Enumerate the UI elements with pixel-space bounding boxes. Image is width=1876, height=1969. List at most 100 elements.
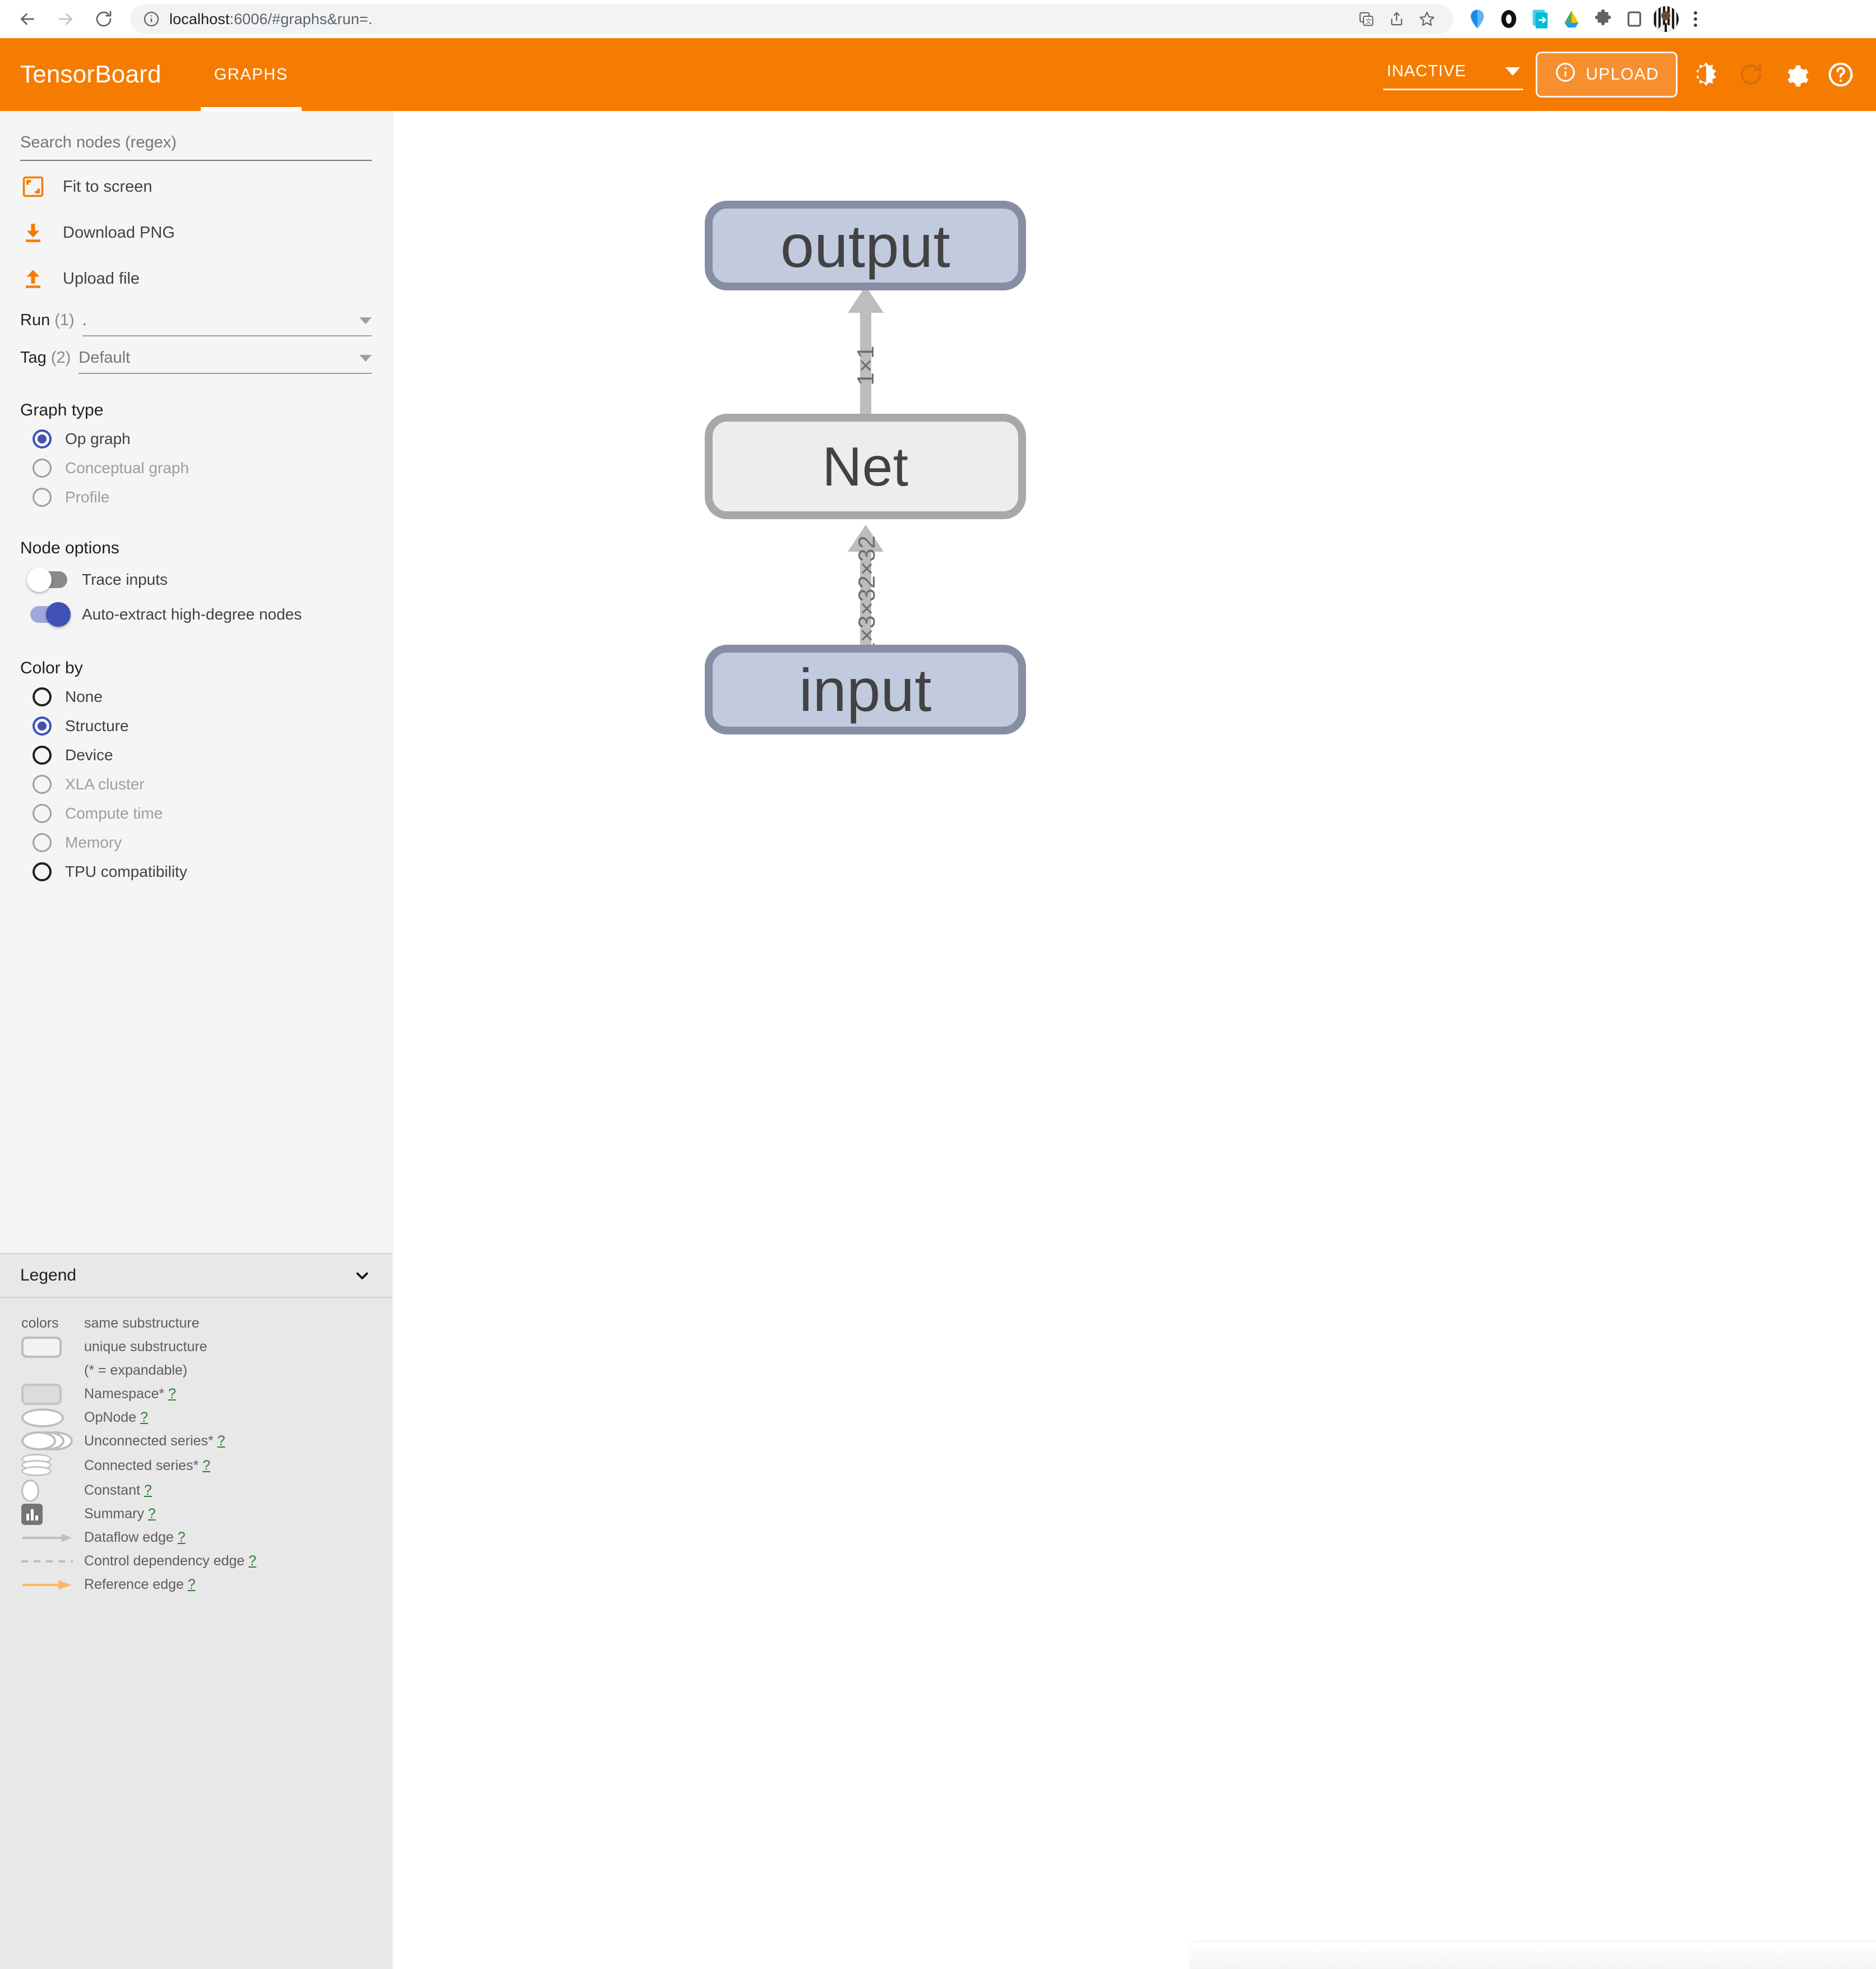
help-link[interactable]: ? [218,1433,225,1449]
legend-item-expandable-note: (* = expandable) [17,1360,375,1382]
graph-node-output[interactable]: output [705,201,1026,290]
run-selector[interactable]: Run (1) . [20,311,372,336]
toggle-switch-icon[interactable] [27,567,67,592]
settings-gear-icon[interactable] [1780,58,1812,91]
toggle-auto-extract[interactable]: Auto-extract high-degree nodes [20,597,372,632]
search-nodes-field[interactable] [20,131,372,161]
puzzle-extensions-icon[interactable] [1590,6,1616,32]
legend-label: (* = expandable) [84,1362,188,1378]
url-host: localhost [169,10,230,27]
sidepanel-icon[interactable] [1621,6,1647,32]
upload-icon [20,266,46,292]
color-by-none-label: None [65,688,103,705]
help-link[interactable]: ? [248,1553,256,1569]
color-by-option-none[interactable]: None [20,682,372,711]
graph-type-option-op-graph[interactable]: Op graph [20,424,372,454]
help-question-icon[interactable] [1824,58,1857,91]
help-link[interactable]: ? [148,1506,156,1522]
share-icon[interactable] [1383,5,1411,33]
tag-value: Default [78,349,131,367]
graph-node-input[interactable]: input [705,645,1026,734]
document-export-extension-icon[interactable] [1527,6,1553,32]
radio-icon [33,775,52,794]
help-link[interactable]: ? [168,1386,176,1402]
brightness-contrast-icon[interactable] [1690,58,1722,91]
help-link[interactable]: ? [188,1577,196,1592]
arrow-gray-icon [17,1532,84,1543]
color-by-option-device[interactable]: Device [20,741,372,770]
location-pin-extension-icon[interactable] [1464,6,1490,32]
tensorboard-header: TensorBoard GRAPHS INACTIVE UPLOAD [0,38,1876,111]
color-by-tpu-label: TPU compatibility [65,863,187,880]
forward-arrow-icon[interactable] [48,2,83,36]
download-png-label: Download PNG [63,223,175,242]
radio-icon [33,717,52,736]
graph-canvas[interactable]: 1×3×32×32 1×1 output Net input [393,111,1876,1969]
translate-icon[interactable]: 文 [1352,5,1380,33]
color-by-option-compute-time[interactable]: Compute time [20,799,372,828]
color-by-option-memory[interactable]: Memory [20,828,372,857]
star-icon[interactable] [1413,5,1441,33]
legend-item-unique-substructure: unique substructure [17,1336,375,1358]
rounded-rect-filled-icon [17,1383,84,1405]
rounded-rect-outline-icon [17,1336,84,1358]
color-by-option-structure[interactable]: Structure [20,711,372,741]
run-select-control[interactable]: . [82,311,372,336]
graph-controls-sidebar: Fit to screen Download PNG Upload file R… [0,111,392,1969]
tag-label: Tag (2) [20,349,71,367]
tab-graphs[interactable]: GRAPHS [195,38,307,111]
address-bar[interactable]: localhost:6006/#graphs&run=. 文 [130,4,1453,34]
toggle-switch-icon[interactable] [30,602,71,627]
svg-text:文: 文 [1365,17,1371,25]
graph-type-profile-label: Profile [65,488,110,506]
graph-node-net[interactable]: Net [705,414,1026,519]
help-link[interactable]: ? [202,1458,210,1473]
radio-icon [33,833,52,852]
radio-icon [33,687,52,706]
legend-label: Unconnected series* ? [84,1433,225,1449]
graph-node-output-label: output [780,211,951,280]
url-text: localhost:6006/#graphs&run=. [169,11,372,28]
tag-select-control[interactable]: Default [78,349,372,374]
color-by-option-tpu-compatibility[interactable]: TPU compatibility [20,857,372,886]
app-logo: TensorBoard [20,61,161,88]
reload-icon[interactable] [1735,58,1767,91]
reload-icon[interactable] [86,2,121,36]
toggle-trace-inputs[interactable]: Trace inputs [20,562,372,597]
legend-label: Namespace* ? [84,1386,176,1402]
legend-item-summary: Summary ? [17,1503,375,1526]
three-dot-menu-icon[interactable] [1684,6,1707,32]
arrow-orange-icon [17,1579,84,1591]
color-by-xla-label: XLA cluster [65,775,145,793]
radio-icon [33,459,52,478]
nav-tabs: GRAPHS [195,38,307,111]
legend-header[interactable]: Legend [0,1252,392,1298]
info-circle-icon[interactable] [142,10,160,28]
dashed-line-icon [17,1560,84,1563]
help-link[interactable]: ? [178,1529,186,1545]
chevron-down-icon [1505,67,1521,76]
upload-file-action[interactable]: Upload file [20,258,372,299]
help-link[interactable]: ? [140,1409,148,1425]
search-input[interactable] [20,131,372,154]
fit-to-screen-action[interactable]: Fit to screen [20,167,372,207]
help-link[interactable]: ? [144,1482,152,1498]
legend-label: Constant ? [84,1482,152,1498]
chevron-down-icon[interactable] [353,1266,372,1285]
download-png-action[interactable]: Download PNG [20,212,372,253]
legend-colors-label: colors [21,1315,59,1331]
color-by-option-xla-cluster[interactable]: XLA cluster [20,770,372,799]
google-drive-extension-icon[interactable] [1559,6,1584,32]
radio-icon [33,746,52,765]
radio-icon [33,429,52,449]
graph-type-option-profile[interactable]: Profile [20,483,372,512]
back-arrow-icon[interactable] [10,2,45,36]
profile-avatar[interactable] [1653,6,1679,32]
upload-button[interactable]: UPLOAD [1536,52,1678,98]
graph-type-option-conceptual-graph[interactable]: Conceptual graph [20,454,372,483]
run-status-select[interactable]: INACTIVE [1383,59,1524,90]
minimap-panel[interactable] [1190,1942,1876,1969]
tag-selector[interactable]: Tag (2) Default [20,349,372,374]
graph-node-input-label: input [799,655,932,724]
opera-circle-extension-icon[interactable] [1496,6,1522,32]
